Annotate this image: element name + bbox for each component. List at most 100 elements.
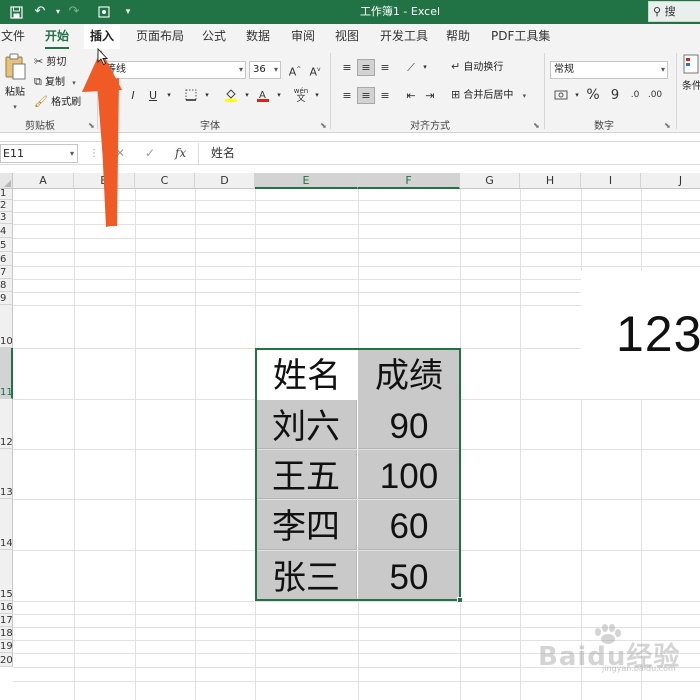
row-header[interactable]: 4 [0, 224, 13, 238]
enter-icon[interactable]: ✓ [145, 144, 155, 163]
row-header[interactable]: 7 [0, 266, 13, 279]
decrease-decimal-icon[interactable]: .00 [646, 87, 664, 104]
save-icon[interactable] [6, 3, 26, 21]
comma-style-button[interactable]: 9 [606, 87, 624, 104]
row-header[interactable]: 19 [0, 640, 13, 653]
tab-insert[interactable]: 插入 [84, 24, 121, 49]
merge-center-button[interactable]: ⊞ 合并后居中 ▾ [451, 88, 526, 103]
search-box[interactable]: ⚲ 搜 [648, 1, 700, 22]
row-header[interactable]: 18 [0, 627, 13, 640]
gridline [13, 200, 700, 201]
formula-input[interactable]: 姓名 [198, 143, 700, 164]
tab-data[interactable]: 数据 [246, 24, 270, 49]
column-header-d[interactable]: D [195, 173, 255, 189]
search-label: 搜 [664, 5, 676, 18]
redo-icon[interactable]: ↷ [64, 3, 84, 21]
column-header-g[interactable]: G [460, 173, 520, 189]
row-header[interactable]: 12 [0, 399, 13, 449]
large-number-cell[interactable]: 123 [616, 305, 700, 363]
row-header[interactable]: 11 [0, 348, 13, 399]
touch-mode-icon[interactable] [94, 3, 114, 21]
decrease-indent-icon[interactable]: ⇤ [402, 87, 420, 104]
align-right-icon[interactable]: ≡ [376, 87, 394, 104]
row-header[interactable]: 3 [0, 212, 13, 224]
row-header[interactable]: 16 [0, 601, 13, 614]
cancel-icon[interactable]: ✕ [115, 144, 125, 163]
increase-decimal-icon[interactable]: .0 [626, 87, 644, 104]
phonetic-dropdown-icon[interactable]: ▾ [308, 87, 326, 104]
bold-button[interactable]: B [104, 87, 122, 104]
font-color-dropdown-icon[interactable]: ▾ [270, 87, 288, 104]
cut-button[interactable]: ✂ 剪切 [34, 55, 66, 70]
undo-icon[interactable]: ↶ [30, 3, 50, 21]
paste-button[interactable]: 粘贴 ▾ [2, 53, 28, 111]
row-header[interactable]: 2 [0, 200, 13, 212]
number-format-value: 常规 [554, 64, 574, 75]
row-header[interactable]: 17 [0, 614, 13, 627]
tab-file[interactable]: 文件 [1, 24, 25, 49]
format-painter-button[interactable]: 🖌 格式刷 [34, 95, 81, 110]
gridline [13, 614, 700, 615]
borders-dropdown-icon[interactable]: ▾ [198, 87, 216, 104]
row-header[interactable]: 8 [0, 279, 13, 292]
group-divider [544, 53, 545, 129]
column-header-b[interactable]: B [74, 173, 135, 189]
clipboard-launcher-icon[interactable]: ⬊ [88, 121, 95, 130]
column-header-i[interactable]: I [581, 173, 641, 189]
align-center-icon[interactable]: ≡ [357, 87, 375, 104]
font-launcher-icon[interactable]: ⬊ [320, 121, 327, 130]
tab-view[interactable]: 视图 [335, 24, 359, 49]
tab-home[interactable]: 开始 [45, 24, 70, 49]
gridline [13, 238, 700, 239]
row-header[interactable]: 10 [0, 305, 13, 348]
tab-developer[interactable]: 开发工具 [380, 24, 428, 49]
column-header-f[interactable]: F [358, 173, 460, 189]
row-header[interactable]: 6 [0, 252, 13, 266]
merge-dropdown-icon: ▾ [522, 92, 527, 100]
alignment-launcher-icon[interactable]: ⬊ [533, 121, 540, 130]
underline-dropdown-icon[interactable]: ▾ [160, 87, 178, 104]
wrap-text-button[interactable]: ↵ 自动换行 [451, 60, 503, 75]
row-header[interactable]: 5 [0, 238, 13, 252]
group-divider [676, 53, 677, 129]
column-header-j[interactable]: J [641, 173, 700, 189]
number-launcher-icon[interactable]: ⬊ [664, 121, 671, 130]
align-bottom-icon[interactable]: ≡ [376, 59, 394, 76]
column-header-e[interactable]: E [255, 173, 358, 189]
select-all-button[interactable] [0, 173, 13, 189]
row-header[interactable]: 1 [0, 189, 13, 200]
font-name-select[interactable]: 等线 ▾ [102, 61, 246, 79]
conditional-formatting-button[interactable]: 条件 [682, 53, 700, 94]
fill-handle[interactable] [457, 597, 463, 603]
number-format-select[interactable]: 常规 ▾ [550, 61, 668, 79]
font-size-select[interactable]: 36 ▾ [249, 61, 281, 79]
row-header[interactable]: 9 [0, 292, 13, 305]
customize-toolbar-icon[interactable]: ▾ [118, 3, 138, 21]
column-header-h[interactable]: H [520, 173, 581, 189]
orientation-dropdown-icon[interactable]: ▾ [416, 59, 434, 76]
column-header-c[interactable]: C [135, 173, 195, 189]
italic-button[interactable]: I [124, 87, 142, 104]
align-top-icon[interactable]: ≡ [338, 59, 356, 76]
align-left-icon[interactable]: ≡ [338, 87, 356, 104]
row-header[interactable]: 15 [0, 550, 13, 601]
tab-page-layout[interactable]: 页面布局 [136, 24, 184, 49]
row-header[interactable]: 13 [0, 449, 13, 499]
increase-indent-icon[interactable]: ⇥ [421, 87, 439, 104]
name-box[interactable]: E11 ▾ [0, 144, 78, 163]
name-box-value: E11 [3, 147, 24, 160]
copy-button[interactable]: ⧉ 复制 ▾ [34, 75, 76, 90]
row-header[interactable]: 20 [0, 653, 13, 667]
copy-label: 复制 [45, 77, 66, 88]
tab-help[interactable]: 帮助 [446, 24, 470, 49]
tab-pdf-tools[interactable]: PDF工具集 [491, 24, 550, 49]
percent-button[interactable]: % [584, 87, 602, 104]
align-middle-icon[interactable]: ≡ [357, 59, 375, 76]
row-header[interactable]: 14 [0, 499, 13, 550]
column-header-a[interactable]: A [13, 173, 74, 189]
tab-review[interactable]: 审阅 [291, 24, 315, 49]
tab-formulas[interactable]: 公式 [202, 24, 226, 49]
increase-font-size-icon[interactable]: A^ [286, 61, 304, 79]
insert-function-icon[interactable]: fx [175, 144, 186, 163]
decrease-font-size-icon[interactable]: Av [306, 61, 324, 79]
